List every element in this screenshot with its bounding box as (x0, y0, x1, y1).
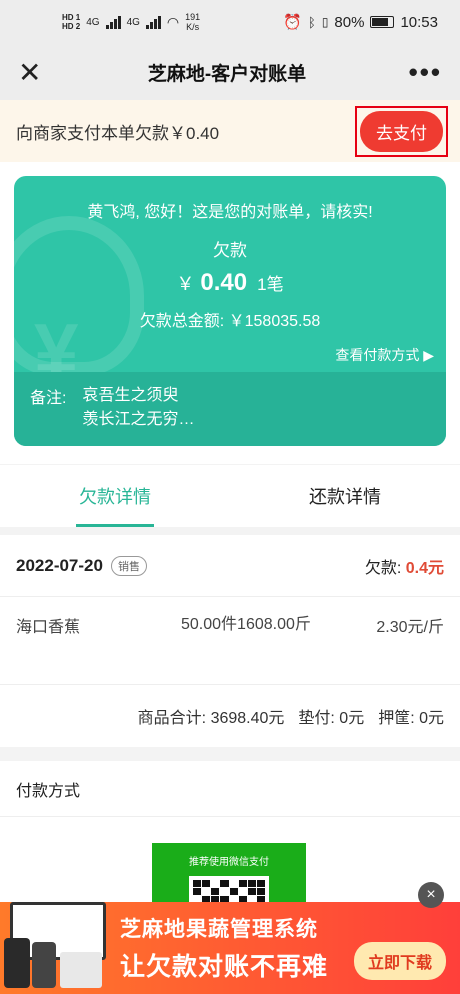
payment-title: 付款方式 (0, 761, 460, 817)
pay-button-highlight: 去支付 (355, 105, 448, 157)
network-type-2: 4G (126, 16, 140, 28)
status-bar: HD 1 HD 2 4G 4G ◠ 191 K/s ⏰ ᛒ ▯ 80% 10:5… (0, 0, 460, 44)
battery-icon (370, 16, 395, 28)
download-button[interactable]: 立即下载 (353, 942, 446, 980)
hd2-label: HD 2 (62, 22, 81, 31)
order-debt-label: 欠款: (364, 559, 402, 577)
remark-line-1: 哀吾生之须臾 (82, 387, 179, 404)
debt-amount: ￥ 0.40 1笔 (14, 269, 446, 297)
statement-card-area: ¥ 黄飞鸿, 您好！这是您的对账单，请核实! 欠款 ￥ 0.40 1笔 欠款总金… (0, 162, 460, 464)
order-header: 2022-07-20 销售 欠款: 0.4元 (0, 535, 460, 597)
statement-card: ¥ 黄飞鸿, 您好！这是您的对账单，请核实! 欠款 ￥ 0.40 1笔 欠款总金… (14, 176, 446, 446)
pay-prompt: 向商家支付本单欠款￥0.40 (16, 123, 220, 143)
nav-bar: ✕ 芝麻地-客户对账单 ••• (0, 44, 460, 100)
signal-icon-2 (145, 15, 161, 29)
order-section: 2022-07-20 销售 欠款: 0.4元 海口香蕉 50.00件1608.0… (0, 535, 460, 747)
battery-fill (372, 18, 389, 26)
item-price: 2.30元/斤 (376, 619, 444, 636)
goods-total: 商品合计: 3698.40元 (137, 710, 285, 727)
total-debt: 欠款总金额: ￥158035.58 (139, 313, 321, 330)
more-icon[interactable]: ••• (408, 57, 442, 88)
tab-debt-details[interactable]: 欠款详情 (0, 465, 230, 527)
currency-symbol: ￥ (176, 274, 195, 294)
table-row: 海口香蕉 50.00件1608.00斤 2.30元/斤 (0, 597, 460, 685)
advance-payment: 垫付: 0元 (298, 710, 365, 727)
remark: 备注: 哀吾生之须臾 羡长江之无穷… (14, 372, 446, 446)
status-left: HD 1 HD 2 4G 4G ◠ 191 K/s (62, 12, 200, 32)
pos-device-graphic (60, 952, 102, 988)
sale-tag: 销售 (110, 555, 147, 576)
deposit: 押筐: 0元 (378, 710, 444, 727)
order-summary: 商品合计: 3698.40元 垫付: 0元 押筐: 0元 (0, 685, 460, 747)
download-ad-banner[interactable]: × 芝麻地果蔬管理系统 让欠款对账不再难 立即下载 (0, 882, 460, 994)
detail-tabs: 欠款详情 还款详情 (0, 465, 460, 527)
close-icon[interactable]: ✕ (18, 56, 46, 89)
bluetooth-icon: ᛒ (308, 14, 316, 30)
hd-indicator: HD 1 HD 2 (62, 13, 80, 31)
vibrate-icon: ▯ (321, 15, 329, 29)
debt-value: 0.40 (200, 269, 248, 296)
alarm-icon: ⏰ (283, 14, 302, 31)
qr-caption: 推荐使用微信支付 (189, 857, 269, 868)
signal-icon (105, 15, 121, 29)
ad-devices-image (0, 902, 110, 994)
pay-bar: 向商家支付本单欠款￥0.40 去支付 (0, 100, 460, 162)
wifi-icon: ◠ (166, 13, 180, 30)
debt-label: 欠款 (213, 241, 247, 260)
hd1-label: HD 1 (62, 13, 81, 22)
network-type-1: 4G (86, 16, 100, 28)
view-payment-label: 查看付款方式 (335, 347, 420, 363)
net-speed: 191 K/s (185, 12, 200, 32)
ad-headline: 芝麻地果蔬管理系统 (120, 918, 318, 941)
greeting: 黄飞鸿, 您好！这是您的对账单，请核实! (87, 204, 373, 221)
order-date-wrap: 2022-07-20 销售 (16, 555, 147, 576)
view-payment-link[interactable]: 查看付款方式 ▶ (14, 345, 446, 365)
order-debt: 欠款: 0.4元 (365, 554, 444, 578)
speed-unit: K/s (186, 22, 200, 32)
order-debt-value: 0.4元 (405, 559, 444, 577)
item-quantity: 50.00件1608.00斤 (181, 616, 311, 633)
phone-graphic-1 (4, 938, 30, 988)
close-ad-icon[interactable]: × (418, 882, 444, 908)
order-date: 2022-07-20 (16, 555, 103, 575)
tab-repayment-details[interactable]: 还款详情 (230, 465, 460, 527)
phone-graphic-2 (32, 942, 56, 988)
remark-text: 哀吾生之须臾 羡长江之无穷… (82, 384, 194, 434)
chevron-right-icon: ▶ (423, 347, 434, 363)
battery-percent: 80% (334, 13, 365, 31)
remark-label: 备注: (30, 390, 67, 407)
page-title: 芝麻地-客户对账单 (147, 63, 307, 85)
item-name: 海口香蕉 (16, 619, 81, 636)
status-right: ⏰ ᛒ ▯ 80% 10:53 (283, 13, 438, 32)
speed-value: 191 (185, 12, 201, 22)
debt-count: 1笔 (257, 275, 284, 294)
clock: 10:53 (400, 13, 438, 31)
pay-button[interactable]: 去支付 (360, 110, 443, 152)
remark-line-2: 羡长江之无穷… (82, 411, 195, 428)
